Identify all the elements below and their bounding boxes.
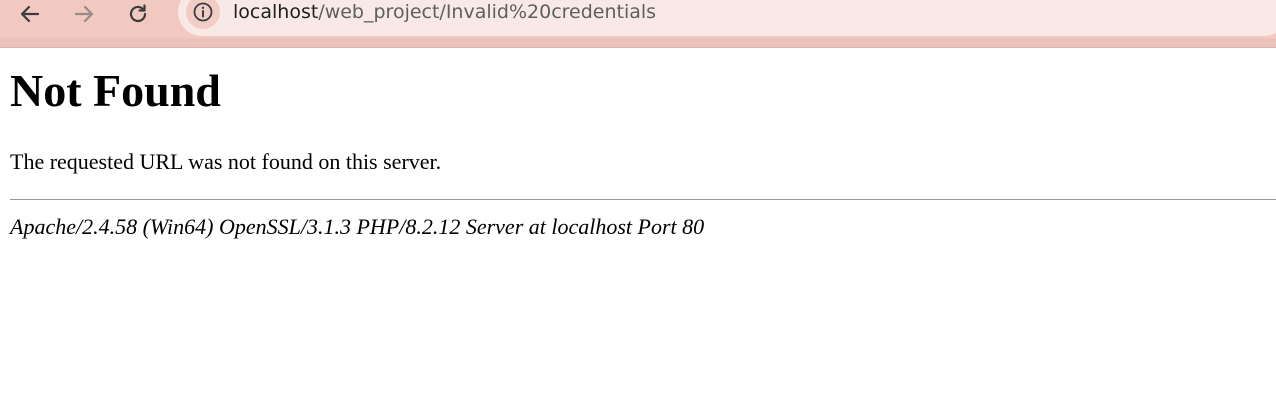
server-signature: Apache/2.4.58 (Win64) OpenSSL/3.1.3 PHP/…	[10, 214, 705, 239]
error-message: The requested URL was not found on this …	[10, 149, 442, 174]
arrow-right-icon	[74, 5, 94, 23]
back-button[interactable]	[16, 0, 44, 28]
page-content: Not Found The requested URL was not foun…	[10, 48, 1276, 240]
reload-button[interactable]	[124, 0, 152, 28]
forward-button[interactable]	[70, 0, 98, 28]
divider	[10, 199, 1276, 200]
toolbar-divider	[0, 38, 1276, 48]
url-path: /web_project/Invalid%20credentials	[318, 1, 657, 23]
info-icon	[193, 2, 213, 22]
arrow-left-icon	[20, 5, 40, 23]
url-text[interactable]: localhost/web_project/Invalid%20credenti…	[233, 0, 656, 24]
reload-icon	[129, 4, 147, 23]
url-host: localhost	[233, 1, 319, 23]
page-title: Not Found	[10, 65, 221, 116]
